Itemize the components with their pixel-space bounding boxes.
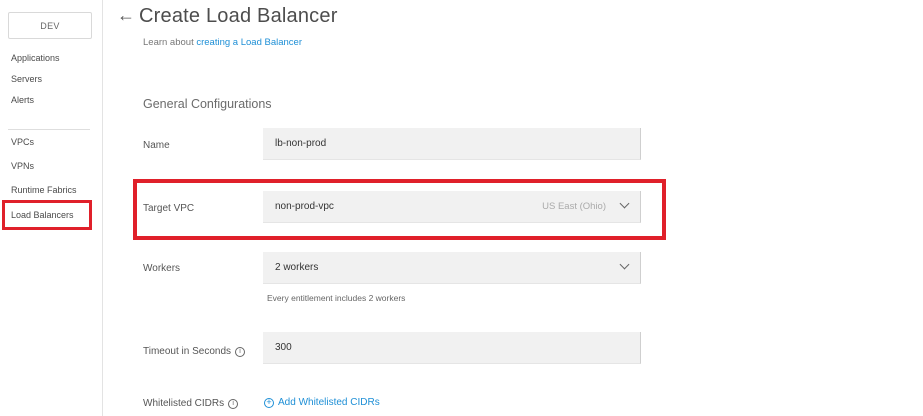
sidebar-item-runtime-fabrics[interactable]: Runtime Fabrics xyxy=(11,185,77,195)
workers-label: Workers xyxy=(143,263,180,274)
learn-more-link[interactable]: creating a Load Balancer xyxy=(196,37,302,48)
timeout-label-text: Timeout in Seconds xyxy=(143,346,232,357)
name-input-value: lb-non-prod xyxy=(275,138,327,149)
name-label: Name xyxy=(143,140,170,151)
add-whitelisted-cidrs-label: Add Whitelisted CIDRs xyxy=(278,397,380,408)
whitelisted-cidrs-label: Whitelisted CIDRs i xyxy=(143,398,239,409)
whitelisted-cidrs-label-text: Whitelisted CIDRs xyxy=(143,398,225,409)
info-icon[interactable]: i xyxy=(235,346,246,357)
learn-prefix: Learn about xyxy=(143,37,197,48)
sidebar-divider xyxy=(8,129,90,130)
plus-circle-icon: + xyxy=(264,397,274,408)
add-whitelisted-cidrs-link[interactable]: + Add Whitelisted CIDRs xyxy=(264,397,380,408)
workers-value: 2 workers xyxy=(275,262,319,273)
back-arrow-icon[interactable]: ← xyxy=(117,5,135,25)
workers-hint: Every entitlement includes 2 workers xyxy=(267,293,406,303)
chevron-down-icon xyxy=(619,259,630,270)
sidebar-item-vpns[interactable]: VPNs xyxy=(11,161,34,171)
environment-selector-button[interactable]: DEV xyxy=(8,12,92,39)
info-icon[interactable]: i xyxy=(228,398,239,409)
sidebar-item-alerts[interactable]: Alerts xyxy=(11,95,34,105)
timeout-input-value: 300 xyxy=(275,342,292,353)
timeout-label: Timeout in Seconds i xyxy=(143,346,246,357)
name-label-text: Name xyxy=(143,140,170,151)
highlight-box-sidebar xyxy=(2,200,92,230)
timeout-input[interactable]: 300 xyxy=(263,332,641,364)
workers-label-text: Workers xyxy=(143,263,181,274)
sidebar-item-servers[interactable]: Servers xyxy=(11,74,42,84)
learn-more-text: Learn about creating a Load Balancer xyxy=(143,37,302,48)
sidebar-item-vpcs[interactable]: VPCs xyxy=(11,137,34,147)
sidebar-item-applications[interactable]: Applications xyxy=(11,53,60,63)
highlight-box-target-vpc xyxy=(133,179,666,240)
page-title: Create Load Balancer xyxy=(139,5,338,27)
section-title: General Configurations xyxy=(143,97,272,111)
workers-select[interactable]: 2 workers xyxy=(263,252,641,284)
name-input[interactable]: lb-non-prod xyxy=(263,128,641,160)
